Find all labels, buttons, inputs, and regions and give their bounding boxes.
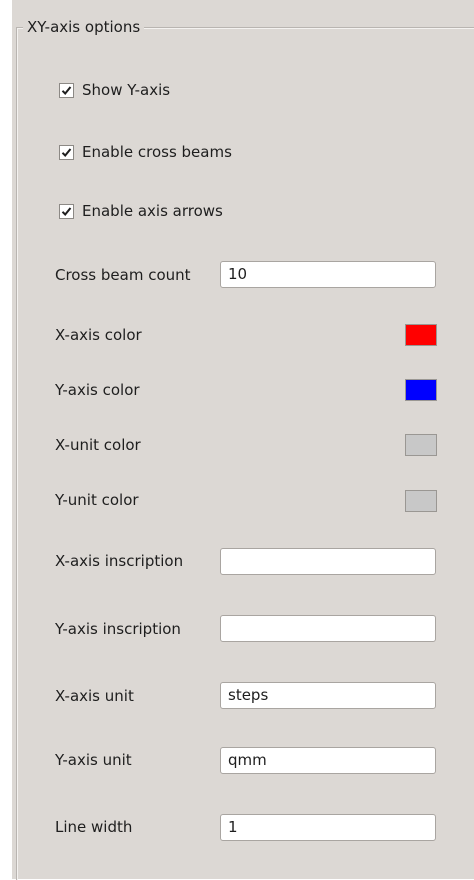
x-axis-unit-label: X-axis unit — [55, 687, 134, 705]
y-unit-color-label: Y-unit color — [55, 491, 139, 509]
y-axis-color-button[interactable] — [405, 379, 437, 401]
enable-axis-arrows-checkbox[interactable]: Enable axis arrows — [59, 201, 223, 221]
x-axis-unit-input[interactable]: steps — [220, 682, 436, 709]
y-axis-inscription-input[interactable] — [220, 615, 436, 642]
x-axis-color-label: X-axis color — [55, 326, 142, 344]
checkmark-icon — [61, 85, 72, 95]
checkmark-icon — [61, 206, 72, 216]
y-axis-color-label: Y-axis color — [55, 381, 140, 399]
group-title: XY-axis options — [23, 17, 145, 37]
show-y-axis-checkbox[interactable]: Show Y-axis — [59, 80, 170, 100]
checkbox-box[interactable] — [59, 203, 74, 219]
y-axis-unit-input[interactable]: qmm — [220, 747, 436, 774]
cross-beam-count-input[interactable]: 10 — [220, 261, 436, 288]
x-unit-color-label: X-unit color — [55, 436, 141, 454]
checkbox-box[interactable] — [59, 82, 74, 98]
y-unit-color-button[interactable] — [405, 490, 437, 512]
y-axis-inscription-label: Y-axis inscription — [55, 620, 181, 638]
x-unit-color-button[interactable] — [405, 434, 437, 456]
x-axis-color-button[interactable] — [405, 324, 437, 346]
x-axis-inscription-label: X-axis inscription — [55, 552, 184, 570]
cross-beam-count-label: Cross beam count — [55, 266, 191, 284]
checkbox-box[interactable] — [59, 144, 74, 160]
line-width-input[interactable]: 1 — [220, 814, 436, 841]
line-width-label: Line width — [55, 818, 133, 836]
y-axis-unit-label: Y-axis unit — [55, 751, 132, 769]
checkbox-label: Show Y-axis — [82, 81, 171, 99]
enable-cross-beams-checkbox[interactable]: Enable cross beams — [59, 142, 232, 162]
checkbox-label: Enable cross beams — [82, 143, 232, 161]
checkmark-icon — [61, 147, 72, 157]
checkbox-label: Enable axis arrows — [82, 202, 223, 220]
x-axis-inscription-input[interactable] — [220, 548, 436, 575]
